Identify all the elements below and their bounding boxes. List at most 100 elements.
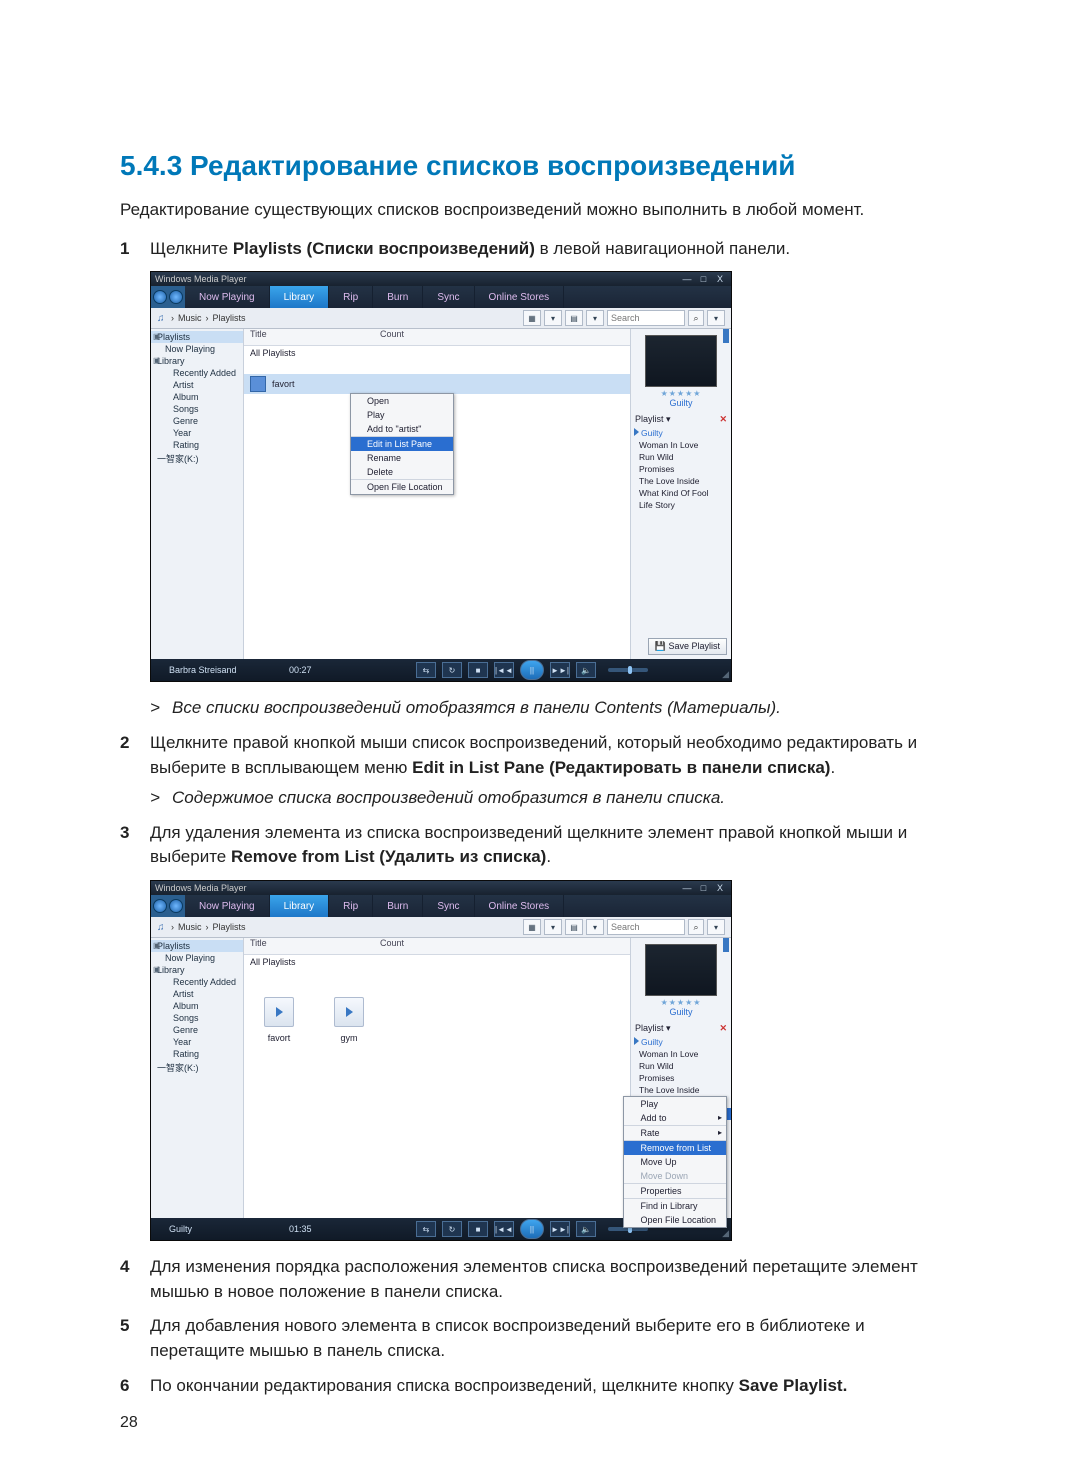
clear-list-button[interactable]: ✕ [719,414,727,425]
nav-now-playing[interactable]: Now Playing [151,343,243,355]
nav-album[interactable]: Album [151,391,243,403]
track-run-wild[interactable]: Run Wild [631,1060,731,1072]
list-pane-label[interactable]: Playlist ▾ [635,1023,671,1034]
bc-playlists[interactable]: Playlists [213,313,246,323]
tab-library[interactable]: Library [270,286,330,308]
titlebar[interactable]: Windows Media Player — □ X [151,272,731,286]
nav-playlists[interactable]: ▣Playlists [151,331,243,343]
track-promises[interactable]: Promises [631,463,731,475]
drag-handle-icon[interactable] [723,938,729,952]
nav-genre[interactable]: Genre [151,1024,243,1036]
view-dropdown-button[interactable]: ▾ [544,310,562,326]
thumb-favort[interactable]: favort [264,997,294,1043]
menu-find-in-library[interactable]: Find in Library [624,1199,726,1213]
search-icon[interactable]: ⌕ [688,919,704,935]
stop-button[interactable]: ■ [468,662,488,678]
view-thumb-button[interactable]: ▤ [565,310,583,326]
menu-move-up[interactable]: Move Up [624,1155,726,1169]
tab-online-stores[interactable]: Online Stores [475,286,565,308]
nav-album[interactable]: Album [151,1000,243,1012]
repeat-button[interactable]: ↻ [442,662,462,678]
close-button[interactable]: X [713,883,727,893]
nav-now-playing[interactable]: Now Playing [151,952,243,964]
tab-now-playing[interactable]: Now Playing [185,286,270,308]
drag-handle-icon[interactable] [723,329,729,343]
menu-rate[interactable]: Rate▸ [624,1126,726,1141]
menu-edit-in-list-pane[interactable]: Edit in List Pane [351,437,453,451]
minimize-button[interactable]: — [680,274,694,284]
track-what-kind-of-fool[interactable]: What Kind Of Fool [631,487,731,499]
mute-button[interactable]: 🔈 [576,1221,596,1237]
list-pane-label[interactable]: Playlist ▾ [635,414,671,425]
menu-open-file-location[interactable]: Open File Location [624,1213,726,1227]
search-dropdown-button[interactable]: ▾ [707,310,725,326]
menu-properties[interactable]: Properties [624,1184,726,1199]
tab-burn[interactable]: Burn [373,286,423,308]
menu-play[interactable]: Play [351,408,453,422]
bc-music[interactable]: Music [178,922,202,932]
back-icon[interactable] [153,290,167,304]
track-love-inside[interactable]: The Love Inside [631,1084,731,1096]
nav-other-drive[interactable]: 一智家(K:) [151,451,243,466]
nav-playlists[interactable]: ▣Playlists [151,940,243,952]
menu-add-to[interactable]: Add to "artist" [351,422,453,437]
nav-artist[interactable]: Artist [151,379,243,391]
tab-rip[interactable]: Rip [329,286,373,308]
stop-button[interactable]: ■ [468,1221,488,1237]
track-love-inside[interactable]: The Love Inside [631,475,731,487]
menu-play[interactable]: Play [624,1097,726,1111]
menu-remove-from-list[interactable]: Remove from List [624,1141,726,1155]
col-title[interactable]: Title [244,329,370,345]
tab-sync[interactable]: Sync [423,895,474,917]
bc-playlists[interactable]: Playlists [213,922,246,932]
menu-rename[interactable]: Rename [351,451,453,465]
view-dropdown-button[interactable]: ▾ [544,919,562,935]
nav-artist[interactable]: Artist [151,988,243,1000]
clear-list-button[interactable]: ✕ [719,1023,727,1034]
view-layout-button[interactable]: ▦ [523,310,541,326]
track-woman-in-love[interactable]: Woman In Love [631,439,731,451]
menu-open[interactable]: Open [351,394,453,408]
rating-stars[interactable]: ★★★★★ [631,998,731,1007]
search-dropdown-button[interactable]: ▾ [707,919,725,935]
context-menu[interactable]: Open Play Add to "artist" Edit in List P… [350,393,454,495]
wmp-logo[interactable] [151,286,185,308]
save-playlist-button[interactable]: 💾 Save Playlist [648,638,727,655]
tab-sync[interactable]: Sync [423,286,474,308]
nav-recently-added[interactable]: Recently Added [151,976,243,988]
row-all-playlists[interactable]: All Playlists [244,955,630,969]
tab-rip[interactable]: Rip [329,895,373,917]
track-woman-in-love[interactable]: Woman In Love [631,1048,731,1060]
nav-library[interactable]: ▣Library [151,355,243,367]
track-promises[interactable]: Promises [631,1072,731,1084]
resize-grip-icon[interactable]: ◢ [722,669,729,680]
forward-icon[interactable] [169,290,183,304]
tab-online-stores[interactable]: Online Stores [475,895,565,917]
nav-songs[interactable]: Songs [151,403,243,415]
menu-move-down[interactable]: Move Down [624,1169,726,1184]
track-life-story[interactable]: Life Story [631,499,731,511]
next-button[interactable]: ►►| [550,1221,570,1237]
view-dropdown-button-2[interactable]: ▾ [586,919,604,935]
maximize-button[interactable]: □ [696,274,710,284]
nav-year[interactable]: Year [151,427,243,439]
menu-open-file-location[interactable]: Open File Location [351,480,453,494]
col-count[interactable]: Count [370,329,404,345]
nav-songs[interactable]: Songs [151,1012,243,1024]
back-icon[interactable] [153,899,167,913]
nav-other-drive[interactable]: 一智家(K:) [151,1060,243,1075]
volume-slider[interactable] [608,668,648,672]
play-pause-button[interactable]: || [520,660,544,680]
rating-stars[interactable]: ★★★★★ [631,389,731,398]
tab-burn[interactable]: Burn [373,895,423,917]
nav-genre[interactable]: Genre [151,415,243,427]
maximize-button[interactable]: □ [696,883,710,893]
wmp-logo[interactable] [151,895,185,917]
search-input[interactable]: Search [607,310,685,326]
prev-button[interactable]: |◄◄ [494,1221,514,1237]
view-thumb-button[interactable]: ▤ [565,919,583,935]
view-layout-button[interactable]: ▦ [523,919,541,935]
repeat-button[interactable]: ↻ [442,1221,462,1237]
nav-rating[interactable]: Rating [151,439,243,451]
tab-now-playing[interactable]: Now Playing [185,895,270,917]
